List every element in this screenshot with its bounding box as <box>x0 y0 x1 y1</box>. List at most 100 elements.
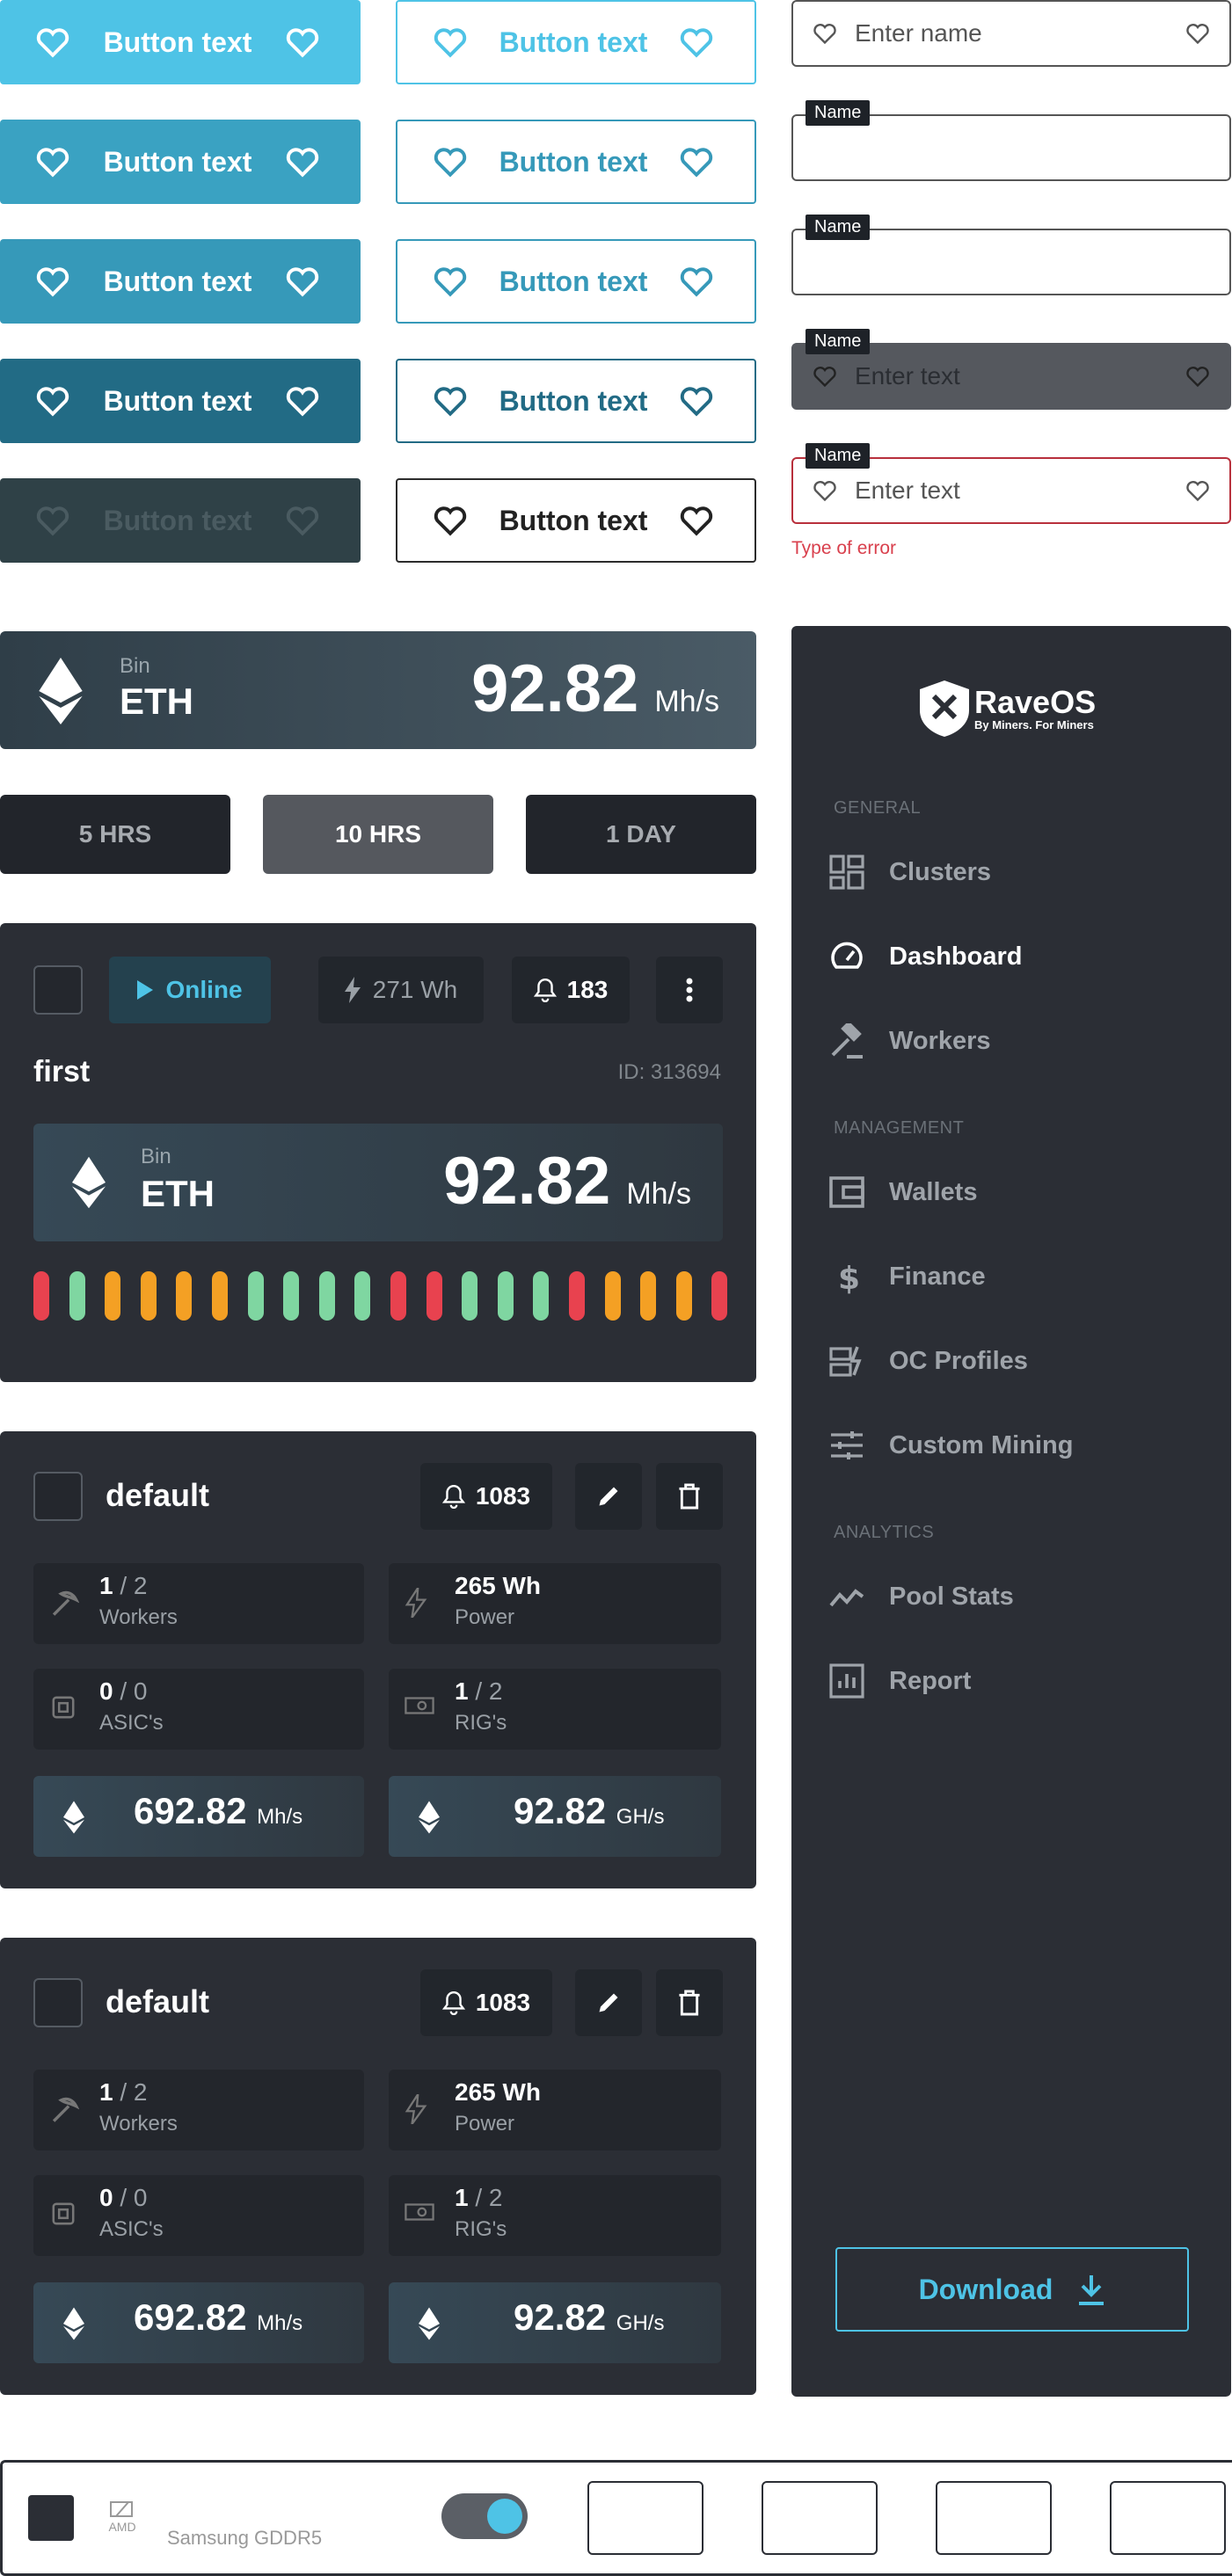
edit-button[interactable] <box>575 1463 642 1530</box>
alerts-count: 1083 <box>475 1482 531 1510</box>
delete-button[interactable] <box>656 1969 723 2036</box>
button-label: Button text <box>499 25 648 58</box>
hashrate-unit: Mh/s <box>626 1177 691 1211</box>
heart-icon <box>1185 479 1210 502</box>
tab-5-hrs[interactable]: 5 HRS <box>0 795 230 874</box>
alerts-badge[interactable]: 183 <box>512 957 630 1023</box>
heart-icon <box>35 146 70 178</box>
heart-icon <box>813 22 837 45</box>
filled-button[interactable]: Button text <box>0 359 361 443</box>
heart-icon <box>1185 22 1210 45</box>
section-management: MANAGEMENT <box>834 1118 965 1138</box>
tab-10-hrs[interactable]: 10 HRS <box>263 795 493 874</box>
heart-icon <box>433 385 468 417</box>
cluster-name: default <box>106 1983 210 2019</box>
status-bar <box>390 1271 406 1321</box>
wallet-icon <box>829 1175 868 1210</box>
rigs-label: RIG's <box>455 1711 507 1735</box>
heart-icon <box>433 266 468 297</box>
logo-tagline: By Miners. For Miners <box>974 717 1094 731</box>
asics-total: / 0 <box>120 1677 148 1705</box>
asics-total: / 0 <box>120 2184 148 2211</box>
heart-icon <box>433 26 468 58</box>
download-icon <box>1077 2274 1105 2305</box>
hashrate-unit: GH/s <box>616 1805 665 1829</box>
name-input[interactable]: Enter name <box>791 0 1231 67</box>
outlined-button[interactable]: Button text <box>396 0 756 84</box>
outlined-button[interactable]: Button text <box>396 120 756 204</box>
sidebar-item-report[interactable]: Report <box>829 1663 971 1699</box>
ethereum-icon <box>39 658 83 724</box>
heart-icon <box>679 266 714 297</box>
filled-button[interactable]: Button text <box>0 0 361 84</box>
filled-button[interactable]: Button text <box>0 120 361 204</box>
line-chart-icon <box>829 1579 868 1614</box>
slot-box[interactable] <box>1110 2481 1226 2555</box>
sidebar-item-clusters[interactable]: Clusters <box>829 855 991 890</box>
slot-box[interactable] <box>762 2481 878 2555</box>
download-button[interactable]: Download <box>835 2247 1189 2332</box>
workers-label: Workers <box>99 1605 178 1629</box>
status-bar <box>675 1271 692 1321</box>
slot-box[interactable] <box>936 2481 1052 2555</box>
asic-chip-icon <box>49 1693 77 1721</box>
heart-icon <box>679 26 714 58</box>
sidebar-item-label: Finance <box>889 1262 986 1291</box>
sidebar-item-pool-stats[interactable]: Pool Stats <box>829 1579 1014 1614</box>
alerts-badge[interactable]: 1083 <box>420 1969 552 2036</box>
sidebar-item-label: Custom Mining <box>889 1430 1074 1459</box>
button-label: Button text <box>103 145 252 178</box>
more-menu-button[interactable] <box>656 957 723 1023</box>
lightning-icon <box>405 1588 427 1618</box>
heart-icon <box>679 505 714 536</box>
slot-box[interactable] <box>587 2481 703 2555</box>
workers-total: / 2 <box>120 1572 148 1599</box>
raveos-logo[interactable]: RaveOS By Miners. For Miners <box>920 680 1096 737</box>
heart-icon <box>285 266 320 297</box>
rigs-stat: 1 / 2 RIG's <box>389 1669 721 1750</box>
cluster-checkbox[interactable] <box>33 1472 83 1521</box>
lightning-icon <box>344 977 361 1003</box>
tab-1-day[interactable]: 1 DAY <box>526 795 756 874</box>
button-label: Button text <box>499 265 648 297</box>
outlined-button[interactable]: Button text <box>396 239 756 324</box>
alerts-count: 1083 <box>475 1989 531 2016</box>
sidebar-item-wallets[interactable]: Wallets <box>829 1175 977 1210</box>
rigs-stat: 1 / 2 RIG's <box>389 2175 721 2256</box>
heart-icon <box>35 385 70 417</box>
sidebar-item-dashboard[interactable]: Dashboard <box>829 939 1022 974</box>
heart-icon <box>35 26 70 58</box>
outlined-button[interactable]: Button text <box>396 478 756 563</box>
sidebar-item-label: Dashboard <box>889 942 1023 971</box>
sidebar <box>791 626 1231 2397</box>
filled-button: Button text <box>0 478 361 563</box>
svg-text:$: $ <box>838 1261 860 1294</box>
delete-button[interactable] <box>656 1463 723 1530</box>
filled-button[interactable]: Button text <box>0 239 361 324</box>
algo-label: Bin <box>120 654 150 678</box>
hashrate-value: 92.82 <box>514 1790 607 1831</box>
heart-icon <box>285 385 320 417</box>
text-field-placeholder: Enter text <box>855 477 960 504</box>
alerts-badge[interactable]: 1083 <box>420 1463 552 1530</box>
heart-icon <box>285 505 320 536</box>
workers-total: / 2 <box>120 2078 148 2106</box>
outlined-button[interactable]: Button text <box>396 359 756 443</box>
sidebar-item-finance[interactable]: $ Finance <box>829 1259 986 1294</box>
worker-checkbox[interactable] <box>33 965 83 1015</box>
edit-button[interactable] <box>575 1969 642 2036</box>
cluster-checkbox[interactable] <box>33 1978 83 2027</box>
ethereum-icon <box>419 1799 440 1836</box>
status-online-badge[interactable]: Online <box>109 957 271 1023</box>
button-label: Button text <box>103 384 252 417</box>
toggle-knob <box>487 2499 522 2534</box>
toggle-switch[interactable] <box>441 2493 528 2539</box>
sidebar-item-label: OC Profiles <box>889 1346 1028 1375</box>
sidebar-item-custom-mining[interactable]: Custom Mining <box>829 1428 1073 1463</box>
status-bar <box>140 1271 157 1321</box>
workers-label: Workers <box>99 2112 178 2136</box>
asics-count: 0 <box>99 1677 113 1705</box>
worker-name: first <box>33 1055 91 1088</box>
sidebar-item-workers[interactable]: Workers <box>829 1023 991 1059</box>
sidebar-item-oc-profiles[interactable]: OC Profiles <box>829 1343 1028 1379</box>
